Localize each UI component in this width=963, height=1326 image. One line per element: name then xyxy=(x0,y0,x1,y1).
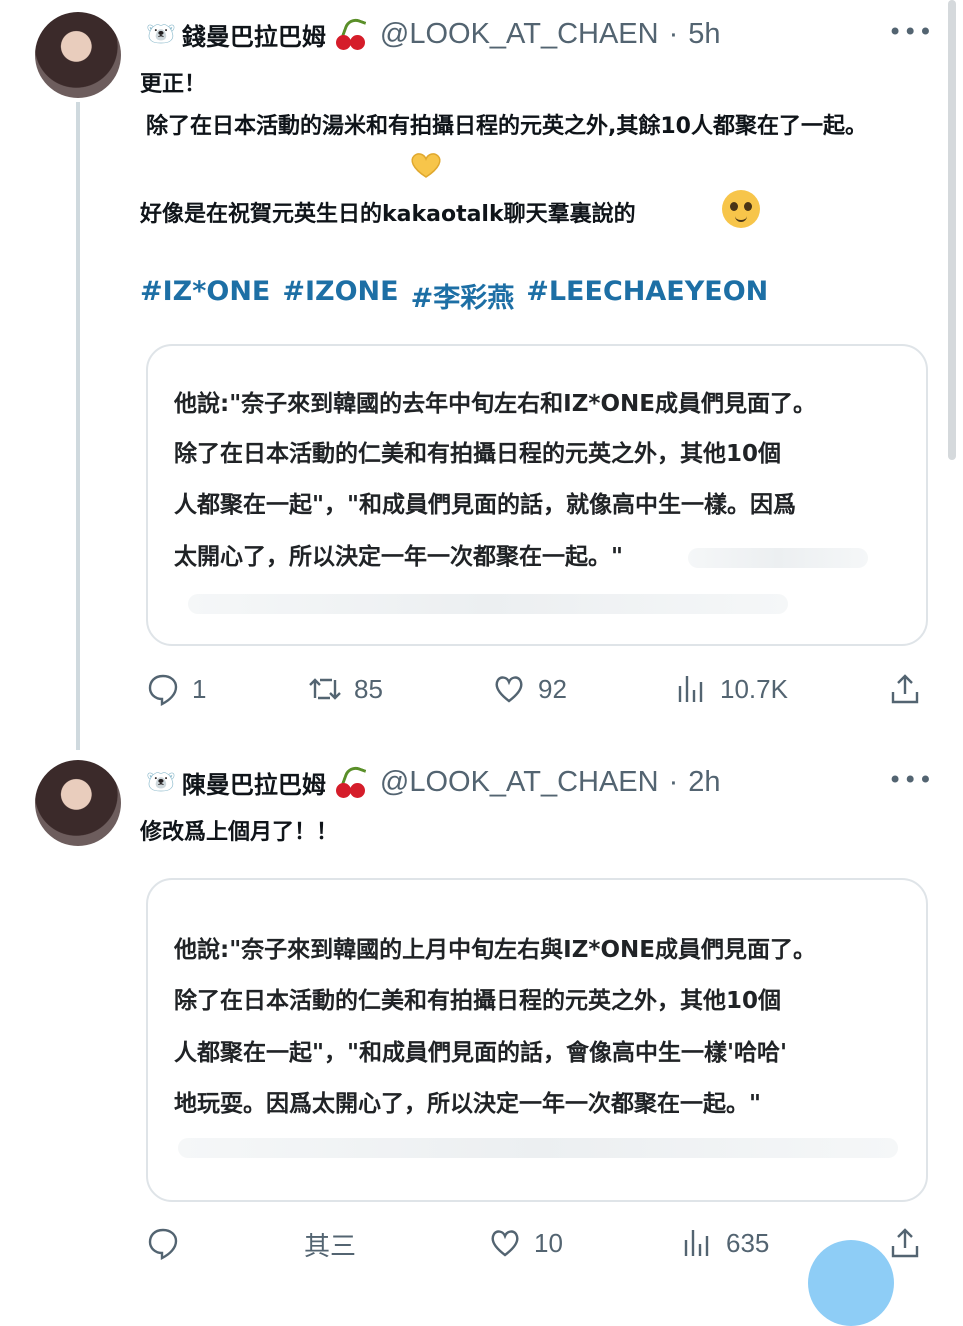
polar-bear-icon: 🐻‍❄️ xyxy=(146,20,176,48)
retweet-button[interactable]: 85 xyxy=(308,672,383,706)
quoted-card[interactable]: 他說:"奈子來到韓國的去年中旬左右和IZ*ONE成員們見面了。 除了在日本活動的… xyxy=(146,344,928,646)
card-text-line: 他說:"奈子來到韓國的上月中旬左右與IZ*ONE成員們見面了。 xyxy=(174,937,816,963)
cherry-icon xyxy=(334,763,370,800)
retweet-count: 其三 xyxy=(304,1231,357,1261)
compose-fab-button[interactable] xyxy=(808,1240,894,1326)
thread-connector-line xyxy=(76,102,80,750)
hashtag-link[interactable]: #IZ*ONE xyxy=(140,276,270,315)
heart-icon xyxy=(491,1230,519,1257)
scrollbar[interactable] xyxy=(948,0,956,460)
quoted-card[interactable]: 他說:"奈子來到韓國的上月中旬左右與IZ*ONE成員們見面了。 除了在日本活動的… xyxy=(146,878,928,1202)
share-button[interactable] xyxy=(888,672,922,706)
display-name[interactable]: 陳曼巴拉巴姆 xyxy=(182,765,326,800)
avatar[interactable] xyxy=(35,12,121,98)
card-text-line: 人都聚在一起"，"和成員們見面的話，會像高中生一樣'哈哈' xyxy=(174,1040,788,1066)
tweet-header: 🐻‍❄️ 陳曼巴拉巴姆 @LOOK_AT_CHAEN · 2h xyxy=(146,762,721,802)
like-count: 10 xyxy=(534,1227,563,1258)
avatar[interactable] xyxy=(35,760,121,846)
share-icon xyxy=(891,1228,919,1258)
hashtag-link[interactable]: #LEECHAEYEON xyxy=(526,276,768,315)
tweet-time[interactable]: 2h xyxy=(688,766,720,799)
retweet-count: 85 xyxy=(354,673,383,704)
cherry-icon xyxy=(334,15,370,52)
views-button[interactable]: 10.7K xyxy=(674,672,788,706)
views-icon xyxy=(678,676,703,702)
heart-icon xyxy=(495,676,523,703)
tweet-header: 🐻‍❄️ 錢曼巴拉巴姆 @LOOK_AT_CHAEN · 5h xyxy=(146,14,721,54)
tweet-text-line: 好像是在祝賀元英生日的kakaotalk聊天羣裏說的 xyxy=(140,202,636,227)
like-count: 92 xyxy=(538,673,567,704)
card-text-line: 人都聚在一起"，"和成員們見面的話，就像高中生一樣。因爲 xyxy=(174,492,796,518)
reply-icon xyxy=(148,674,178,706)
reply-button[interactable]: 1 xyxy=(146,672,206,706)
blurred-text xyxy=(688,548,868,568)
hashtag-link[interactable]: #李彩燕 xyxy=(411,276,515,315)
share-icon xyxy=(891,674,919,704)
reply-count: 1 xyxy=(192,673,207,704)
retweet-icon xyxy=(309,678,341,700)
card-text-line: 地玩耍。因爲太開心了，所以決定一年一次都聚在一起。" xyxy=(174,1091,761,1117)
card-text-line: 除了在日本活動的仁美和有拍攝日程的元英之外，其他10個 xyxy=(174,988,782,1014)
card-text-line: 除了在日本活動的仁美和有拍攝日程的元英之外，其他10個 xyxy=(174,441,782,467)
views-button[interactable]: 635 xyxy=(680,1226,769,1260)
blurred-text xyxy=(178,1138,898,1158)
polar-bear-icon: 🐻‍❄️ xyxy=(146,768,176,796)
views-count: 635 xyxy=(726,1227,770,1258)
like-button[interactable]: 10 xyxy=(488,1226,563,1260)
hashtag-list: #IZ*ONE #IZONE #李彩燕 #LEECHAEYEON xyxy=(140,276,768,315)
more-options-icon[interactable]: ••• xyxy=(888,18,933,46)
views-icon xyxy=(684,1230,709,1256)
separator-dot: · xyxy=(668,765,679,798)
display-name[interactable]: 錢曼巴拉巴姆 xyxy=(182,17,326,52)
reply-icon xyxy=(148,1228,178,1260)
views-count: 10.7K xyxy=(720,673,788,704)
more-options-icon[interactable]: ••• xyxy=(888,766,933,794)
tweet-actions: 1 85 92 10.7K xyxy=(0,672,963,712)
user-handle[interactable]: @LOOK_AT_CHAEN xyxy=(380,18,659,51)
retweet-button[interactable]: 其三 xyxy=(304,1226,356,1263)
hashtag-link[interactable]: #IZONE xyxy=(282,276,398,315)
card-text-line: 他說:"奈子來到韓國的去年中旬左右和IZ*ONE成員們見面了。 xyxy=(174,391,816,417)
separator-dot: · xyxy=(668,17,679,50)
card-text-line: 太開心了，所以決定一年一次都聚在一起。" xyxy=(174,544,623,570)
share-button[interactable] xyxy=(888,1226,922,1260)
pleading-face-icon xyxy=(722,190,760,228)
like-button[interactable]: 92 xyxy=(492,672,567,706)
user-handle[interactable]: @LOOK_AT_CHAEN xyxy=(380,766,659,799)
tweet-text-line: 修改爲上個月了！！ xyxy=(140,820,339,845)
tweet-text-line: 更正！ xyxy=(140,72,207,97)
tweet-time[interactable]: 5h xyxy=(688,18,720,51)
heart-hands-icon xyxy=(411,153,441,178)
blurred-text xyxy=(188,594,788,614)
tweet-text-line: 除了在日本活動的湯米和有拍攝日程的元英之外,其餘10人都聚在了一起。 xyxy=(146,114,867,139)
reply-button[interactable] xyxy=(146,1226,192,1260)
